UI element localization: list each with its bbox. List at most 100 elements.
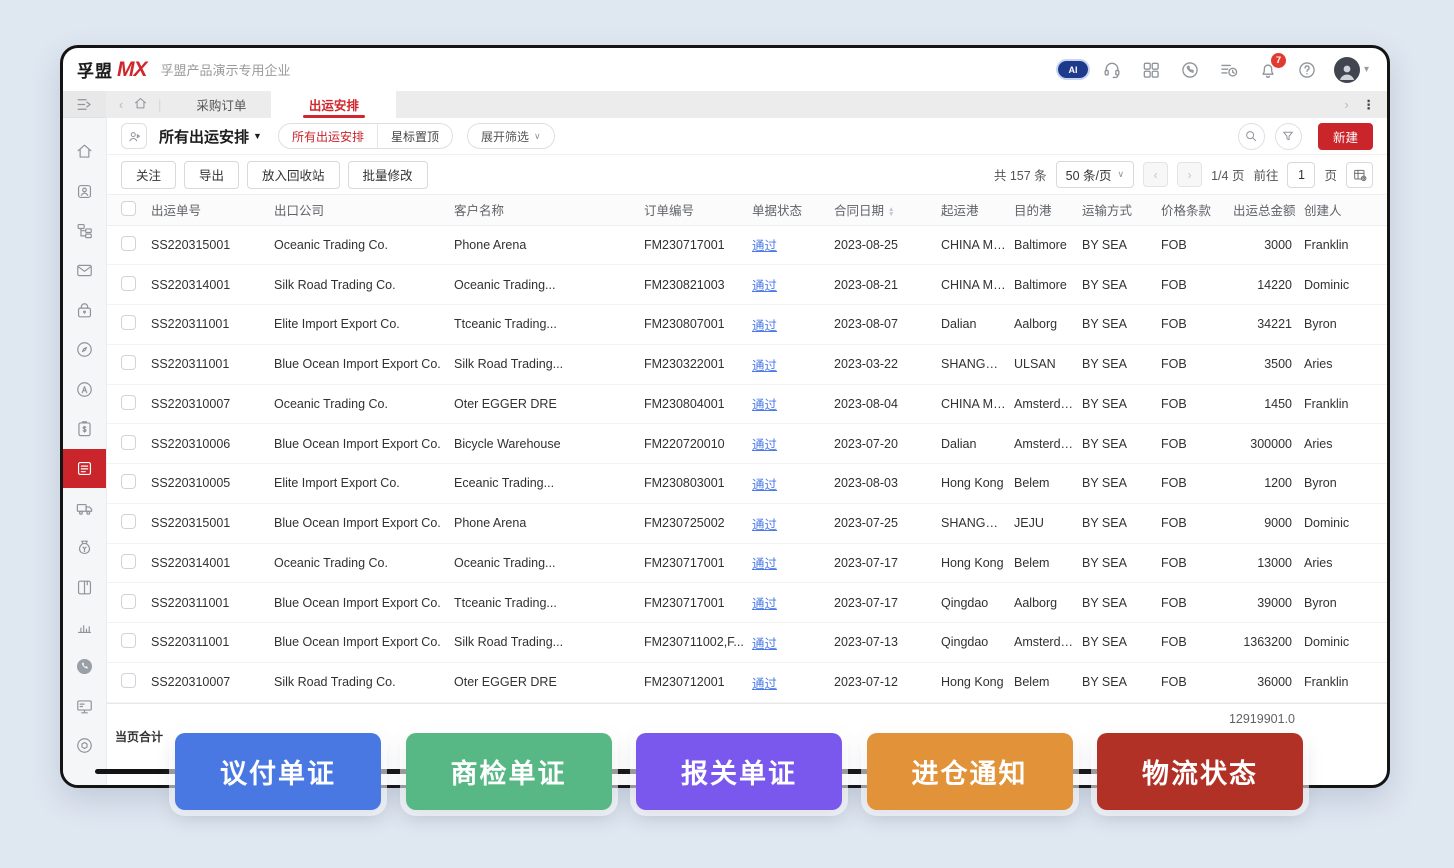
settings-icon[interactable]	[63, 726, 106, 766]
row-checkbox[interactable]	[107, 662, 147, 702]
compass-icon[interactable]	[63, 330, 106, 370]
column-header-exporter[interactable]: 出口公司	[270, 195, 450, 225]
flow-button-warehouse-notice[interactable]: 进仓通知	[867, 733, 1073, 810]
shipping-doc-icon[interactable]	[63, 449, 106, 489]
status-link[interactable]: 通过	[752, 478, 777, 492]
money-bag-icon[interactable]	[63, 528, 106, 568]
back-icon[interactable]: ‹	[119, 98, 123, 112]
row-checkbox[interactable]	[107, 623, 147, 663]
row-checkbox[interactable]	[107, 464, 147, 504]
status-link[interactable]: 通过	[752, 279, 777, 293]
column-header-no[interactable]: 出运单号	[147, 195, 270, 225]
flow-button-customs-docs[interactable]: 报关单证	[636, 733, 842, 810]
export-button[interactable]: 导出	[184, 161, 239, 189]
bar-chart-icon[interactable]	[63, 607, 106, 647]
row-checkbox[interactable]	[107, 543, 147, 583]
cell-no[interactable]: SS220310007	[147, 662, 270, 702]
table-row[interactable]: SS220315001Blue Ocean Import Export Co.P…	[107, 503, 1387, 543]
row-checkbox[interactable]	[107, 503, 147, 543]
status-link[interactable]: 通过	[752, 438, 777, 452]
row-checkbox[interactable]	[107, 305, 147, 345]
prev-page-button[interactable]: ‹	[1143, 162, 1168, 187]
table-row[interactable]: SS220315001Oceanic Trading Co.Phone Aren…	[107, 225, 1387, 265]
clipboard-dollar-icon[interactable]	[63, 409, 106, 449]
segment-all-shipments[interactable]: 所有出运安排	[279, 124, 377, 148]
cell-no[interactable]: SS220311001	[147, 583, 270, 623]
segment-starred[interactable]: 星标置顶	[378, 124, 452, 148]
column-header-terms[interactable]: 价格条款	[1157, 195, 1229, 225]
flow-button-inspection-docs[interactable]: 商检单证	[406, 733, 612, 810]
org-chart-icon[interactable]	[63, 211, 106, 251]
row-checkbox[interactable]	[107, 225, 147, 265]
ai-assistant-icon[interactable]: AI	[1061, 58, 1085, 82]
view-selector[interactable]: 所有出运安排▼	[159, 126, 262, 147]
headset-icon[interactable]	[1100, 58, 1124, 82]
status-link[interactable]: 通过	[752, 637, 777, 651]
table-row[interactable]: SS220310006Blue Ocean Import Export Co.B…	[107, 424, 1387, 464]
assign-user-icon[interactable]	[121, 123, 147, 149]
goto-page-input[interactable]	[1287, 162, 1315, 188]
flow-button-logistics-status[interactable]: 物流状态	[1097, 733, 1303, 810]
app-grid-icon[interactable]	[1139, 58, 1163, 82]
cell-no[interactable]: SS220315001	[147, 503, 270, 543]
menu-collapse-icon[interactable]	[75, 95, 94, 114]
status-link[interactable]: 通过	[752, 398, 777, 412]
table-row[interactable]: SS220314001Oceanic Trading Co.Oceanic Tr…	[107, 543, 1387, 583]
cell-no[interactable]: SS220311001	[147, 623, 270, 663]
next-page-button[interactable]: ›	[1177, 162, 1202, 187]
column-header-mode[interactable]: 运输方式	[1078, 195, 1157, 225]
tabs-more-icon[interactable]: ⋮	[1363, 97, 1376, 112]
status-link[interactable]: 通过	[752, 359, 777, 373]
column-header-date[interactable]: 合同日期▲▼	[830, 195, 937, 225]
column-header-pod[interactable]: 目的港	[1010, 195, 1078, 225]
cell-no[interactable]: SS220310005	[147, 464, 270, 504]
status-link[interactable]: 通过	[752, 677, 777, 691]
column-header-creator[interactable]: 创建人	[1300, 195, 1387, 225]
flow-button-negotiation-docs[interactable]: 议付单证	[175, 733, 381, 810]
cell-no[interactable]: SS220310006	[147, 424, 270, 464]
cell-no[interactable]: SS220311001	[147, 305, 270, 345]
filter-funnel-icon[interactable]	[1275, 123, 1302, 150]
column-header-customer[interactable]: 客户名称	[450, 195, 640, 225]
tabs-scroll-right-icon[interactable]: ›	[1344, 98, 1348, 112]
column-header-amount[interactable]: 出运总金额	[1229, 195, 1300, 225]
column-header-status[interactable]: 单据状态	[748, 195, 830, 225]
expand-filter-button[interactable]: 展开筛选∨	[467, 123, 555, 149]
status-link[interactable]: 通过	[752, 597, 777, 611]
task-list-icon[interactable]	[1217, 58, 1241, 82]
row-checkbox[interactable]	[107, 344, 147, 384]
notebook-icon[interactable]	[63, 568, 106, 608]
mail-icon[interactable]	[63, 251, 106, 291]
search-icon[interactable]	[1238, 123, 1265, 150]
tab-home-icon[interactable]	[133, 96, 148, 114]
column-settings-icon[interactable]	[1346, 162, 1373, 188]
cell-no[interactable]: SS220314001	[147, 543, 270, 583]
cell-no[interactable]: SS220315001	[147, 225, 270, 265]
avatar[interactable]	[1334, 57, 1360, 83]
row-checkbox[interactable]	[107, 424, 147, 464]
row-checkbox[interactable]	[107, 265, 147, 305]
tab-shipping-arrangement[interactable]: 出运安排	[271, 91, 396, 118]
follow-button[interactable]: 关注	[121, 161, 176, 189]
shopping-bag-icon[interactable]	[63, 290, 106, 330]
whatsapp-icon[interactable]	[63, 647, 106, 687]
whatsapp-icon[interactable]	[1178, 58, 1202, 82]
bell-icon[interactable]: 7	[1256, 58, 1280, 82]
column-header-pol[interactable]: 起运港	[937, 195, 1010, 225]
cell-no[interactable]: SS220310007	[147, 384, 270, 424]
table-row[interactable]: SS220310007Silk Road Trading Co.Oter EGG…	[107, 662, 1387, 702]
table-row[interactable]: SS220310007Oceanic Trading Co.Oter EGGER…	[107, 384, 1387, 424]
new-button[interactable]: 新建	[1318, 123, 1373, 150]
recycle-bin-button[interactable]: 放入回收站	[247, 161, 340, 189]
home-icon[interactable]	[63, 132, 106, 172]
cell-no[interactable]: SS220314001	[147, 265, 270, 305]
table-row[interactable]: SS220311001Blue Ocean Import Export Co.S…	[107, 344, 1387, 384]
select-all-checkbox[interactable]	[107, 195, 147, 225]
batch-edit-button[interactable]: 批量修改	[348, 161, 428, 189]
row-checkbox[interactable]	[107, 384, 147, 424]
page-size-select[interactable]: 50 条/页∨	[1056, 161, 1134, 188]
truck-icon[interactable]	[63, 488, 106, 528]
tab-purchase-order[interactable]: 采购订单	[171, 91, 271, 118]
table-row[interactable]: SS220311001Elite Import Export Co.Ttcean…	[107, 305, 1387, 345]
user-menu[interactable]: ▾	[1334, 57, 1369, 83]
